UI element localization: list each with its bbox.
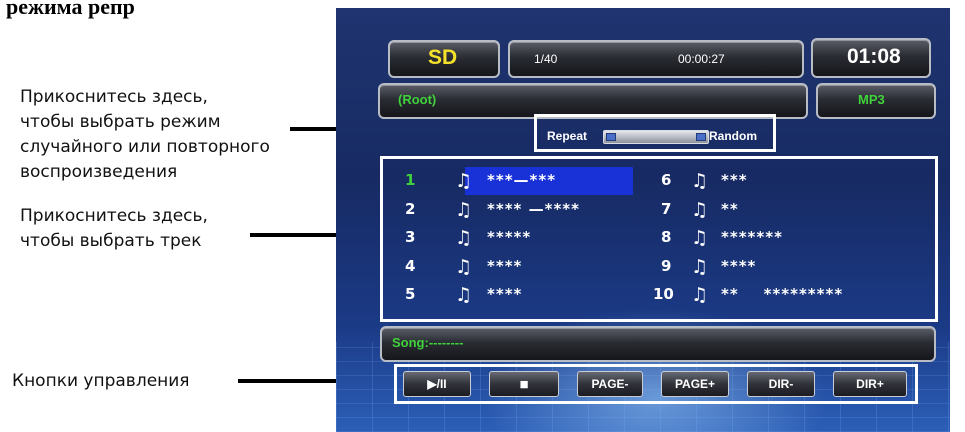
page-prev-button[interactable]: PAGE- — [577, 371, 643, 397]
control-bar: ▶/II ■ PAGE- PAGE+ DIR- DIR+ — [394, 364, 918, 404]
source-indicator[interactable]: SD — [388, 40, 500, 78]
page-next-button[interactable]: PAGE+ — [661, 371, 729, 397]
music-note-icon: ♫ — [455, 170, 473, 192]
format-label: MP3 — [858, 92, 885, 107]
clock-time: 01:08 — [847, 45, 901, 68]
track-title: **** — [721, 256, 757, 275]
track-count: 1/40 — [534, 52, 558, 66]
music-note-icon: ♫ — [455, 227, 473, 249]
track-row[interactable]: 8 ♫ ******* — [661, 224, 931, 252]
track-number: 10 — [653, 285, 674, 303]
callout-mode: Прикоснитесь здесь, чтобы выбрать режим … — [20, 87, 270, 182]
repeat-label[interactable]: Repeat — [547, 129, 587, 143]
track-title: **** — [487, 285, 523, 303]
track-title: **** — [487, 256, 523, 275]
music-note-icon: ♫ — [455, 284, 473, 306]
player-screen: SD 1/40 00:00:27 01:08 (Root) MP3 Repeat… — [336, 8, 950, 432]
track-number: 3 — [405, 228, 416, 246]
track-number: 5 — [405, 285, 416, 303]
dir-prev-button[interactable]: DIR- — [747, 371, 815, 397]
play-mode-selector[interactable]: Repeat Random — [534, 114, 776, 152]
play-pause-button[interactable]: ▶/II — [403, 371, 471, 397]
callout-controls: Кнопки управления — [12, 371, 190, 391]
track-progress-bar: 1/40 00:00:27 — [508, 40, 804, 78]
music-note-icon: ♫ — [455, 198, 473, 221]
music-note-icon: ♫ — [691, 198, 709, 221]
track-row[interactable]: 2 ♫ **** —**** — [405, 196, 655, 224]
track-title: ******* — [721, 228, 783, 246]
track-number: 4 — [405, 256, 416, 275]
song-info-bar: Song:-------- — [380, 326, 936, 362]
track-row[interactable]: 9 ♫ **** — [661, 253, 931, 281]
slider-left-knob-icon[interactable] — [606, 133, 616, 141]
track-list: 1 ♫ ***—*** 2 ♫ **** —**** 3 ♫ ***** 4 ♫ **** 5 ♫ ****… — [380, 156, 938, 322]
track-row[interactable]: 6 ♫ *** — [661, 167, 931, 195]
track-title: ** ********* — [721, 285, 844, 303]
track-title: *** — [721, 171, 748, 189]
dir-next-button[interactable]: DIR+ — [833, 371, 907, 397]
track-number: 7 — [661, 199, 672, 218]
stop-button[interactable]: ■ — [489, 371, 559, 397]
track-title: ***** — [487, 228, 532, 246]
song-label: Song:-------- — [392, 335, 464, 350]
folder-name: (Root) — [398, 92, 437, 107]
track-row[interactable]: 10 ♫ ** ********* — [653, 281, 931, 309]
callout-track: Прикоснитесь здесь, чтобы выбрать трек — [20, 206, 208, 251]
music-note-icon: ♫ — [691, 227, 709, 249]
track-row[interactable]: 5 ♫ **** — [405, 281, 655, 309]
track-row[interactable]: 4 ♫ **** — [405, 253, 655, 281]
page-heading: режима репр — [6, 0, 135, 19]
track-number: 9 — [661, 256, 672, 275]
random-label[interactable]: Random — [709, 129, 757, 143]
track-number: 2 — [405, 199, 416, 218]
track-row[interactable]: 3 ♫ ***** — [405, 224, 655, 252]
track-row[interactable]: 1 ♫ ***—*** — [405, 167, 655, 195]
music-note-icon: ♫ — [691, 255, 709, 278]
clock-display: 01:08 — [811, 38, 931, 78]
track-title: **** —**** — [487, 199, 580, 218]
track-title: ** — [721, 199, 739, 218]
music-note-icon: ♫ — [455, 255, 473, 278]
source-label: SD — [428, 46, 458, 69]
mode-slider[interactable] — [603, 130, 709, 144]
elapsed-time: 00:00:27 — [678, 52, 725, 66]
track-number: 8 — [661, 228, 672, 246]
music-note-icon: ♫ — [691, 284, 709, 306]
track-title: ***—*** — [487, 171, 557, 189]
track-row[interactable]: 7 ♫ ** — [661, 196, 931, 224]
format-indicator: MP3 — [816, 83, 936, 119]
track-number: 6 — [661, 171, 672, 189]
track-number: 1 — [405, 171, 416, 189]
music-note-icon: ♫ — [691, 170, 709, 192]
slider-right-knob-icon[interactable] — [696, 133, 706, 141]
